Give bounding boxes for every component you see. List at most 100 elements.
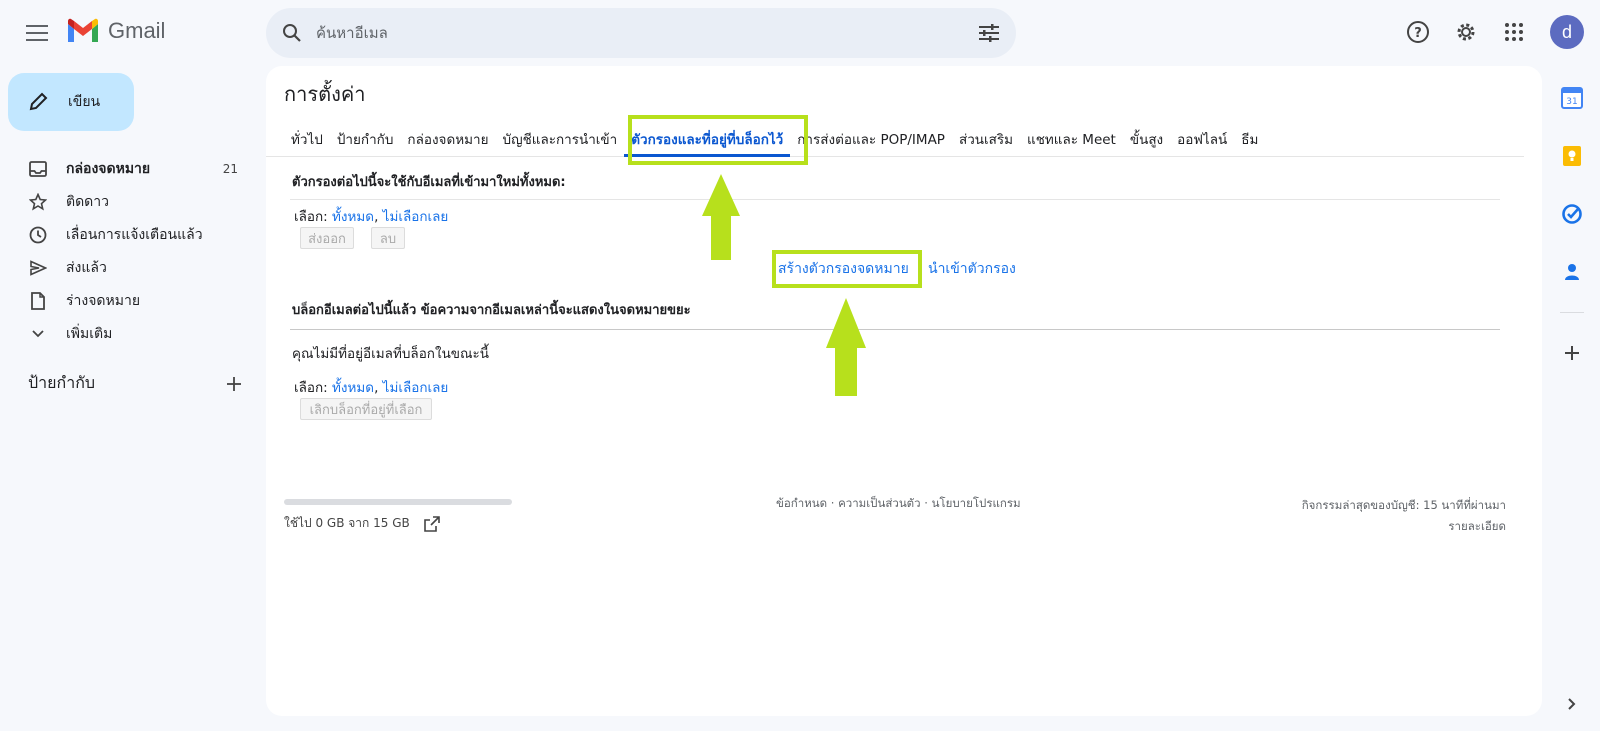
sidebar-nav: กล่องจดหมาย 21 ติดดาว เลื่อนการแจ้งเตือน… <box>0 152 250 350</box>
search-bar <box>266 8 1016 58</box>
contacts-icon <box>1565 264 1579 280</box>
calendar-icon: 31 <box>1561 87 1583 109</box>
sidebar-item-label: ร่างจดหมาย <box>66 292 141 309</box>
settings-button[interactable] <box>1448 14 1484 50</box>
storage-usage: ใช้ไป 0 GB จาก 15 GB <box>284 516 410 530</box>
expand-side-panel-button[interactable] <box>1560 692 1584 716</box>
settings-panel: การตั้งค่า ทั่วไป ป้ายกำกับ กล่องจดหมาย … <box>266 66 1542 716</box>
select-none-link[interactable]: ไม่เลือกเลย <box>383 209 449 225</box>
settings-tabs: ทั่วไป ป้ายกำกับ กล่องจดหมาย บัญชีและการ… <box>266 122 1524 157</box>
filters-heading: ตัวกรองต่อไปนี้จะใช้กับอีเมลที่เข้ามาใหม… <box>292 175 566 190</box>
labels-heading: ป้ายกำกับ <box>28 373 96 392</box>
storage-progress-bar <box>284 499 512 505</box>
labels-section-header: ป้ายกำกับ <box>28 371 242 396</box>
search-options-icon[interactable] <box>978 23 1000 43</box>
divider <box>290 199 1500 200</box>
top-right-toolbar: ? d <box>1400 14 1584 50</box>
add-addon-button[interactable] <box>1554 335 1590 371</box>
footer-policy-links[interactable]: ข้อกำหนด · ความเป็นส่วนตัว · นโยบายโปรแก… <box>776 495 1021 513</box>
help-button[interactable]: ? <box>1400 14 1436 50</box>
details-link[interactable]: รายละเอียด <box>1302 516 1506 537</box>
tab-forwarding-pop-imap[interactable]: การส่งต่อและ POP/IMAP <box>790 122 952 157</box>
account-activity: กิจกรรมล่าสุดของบัญชี: 15 นาทีที่ผ่านมา … <box>1302 495 1506 537</box>
tasks-icon <box>1562 204 1582 224</box>
svg-text:?: ? <box>1414 26 1422 41</box>
star-icon <box>29 192 47 210</box>
apps-button[interactable] <box>1496 14 1532 50</box>
delete-button[interactable]: ลบ <box>371 227 405 249</box>
search-icon[interactable] <box>282 23 302 43</box>
chevron-right-icon <box>1568 698 1576 710</box>
gear-icon <box>1457 23 1475 41</box>
sidebar-item-starred[interactable]: ติดดาว <box>0 185 250 218</box>
sidebar-item-label: เพิ่มเติม <box>66 325 113 342</box>
select-none-link[interactable]: ไม่เลือกเลย <box>383 380 449 396</box>
unblock-selected-button[interactable]: เลิกบล็อกที่อยู่ที่เลือก <box>300 398 432 420</box>
last-activity: กิจกรรมล่าสุดของบัญชี: 15 นาทีที่ผ่านมา <box>1301 498 1506 512</box>
tab-highlight-box <box>628 115 808 165</box>
external-link-icon[interactable] <box>423 515 440 532</box>
select-label: เลือก: <box>294 209 328 225</box>
select-all-link[interactable]: ทั้งหมด <box>332 209 374 225</box>
sidebar-item-more[interactable]: เพิ่มเติม <box>0 317 250 350</box>
keep-app-button[interactable] <box>1554 138 1590 174</box>
tab-accounts-import[interactable]: บัญชีและการนำเข้า <box>496 122 625 157</box>
filters-select-row: เลือก: ทั้งหมด, ไม่เลือกเลย <box>294 209 449 225</box>
keep-icon <box>1563 146 1581 166</box>
gmail-logo[interactable]: Gmail <box>66 18 165 44</box>
sidebar-item-sent[interactable]: ส่งแล้ว <box>0 251 250 284</box>
send-icon <box>30 259 47 276</box>
tab-chat-meet[interactable]: แชทและ Meet <box>1020 122 1123 157</box>
sidebar-item-drafts[interactable]: ร่างจดหมาย <box>0 284 250 317</box>
sidebar-item-inbox[interactable]: กล่องจดหมาย 21 <box>0 152 250 185</box>
compose-button[interactable]: เขียน <box>8 73 134 131</box>
tab-general[interactable]: ทั่วไป <box>284 122 330 157</box>
tab-labels[interactable]: ป้ายกำกับ <box>330 122 401 157</box>
divider <box>1560 312 1584 313</box>
add-label-icon[interactable] <box>226 376 242 392</box>
tab-offline[interactable]: ออฟไลน์ <box>1170 122 1234 157</box>
blocked-heading: บล็อกอีเมลต่อไปนี้แล้ว ข้อความจากอีเมลเห… <box>292 303 691 318</box>
pencil-icon <box>29 92 48 111</box>
draft-icon <box>31 291 45 310</box>
sidebar-item-label: ติดดาว <box>66 193 109 210</box>
tab-advanced[interactable]: ขั้นสูง <box>1123 122 1170 157</box>
hamburger-icon <box>26 25 48 41</box>
arrow-up-icon <box>702 174 740 260</box>
sidebar-item-snoozed[interactable]: เลื่อนการแจ้งเตือนแล้ว <box>0 218 250 251</box>
calendar-app-button[interactable]: 31 <box>1554 80 1590 116</box>
plus-icon <box>1565 346 1579 360</box>
blocked-select-row: เลือก: ทั้งหมด, ไม่เลือกเลย <box>294 380 449 396</box>
app-name: Gmail <box>108 18 166 43</box>
tab-addons[interactable]: ส่วนเสริม <box>952 122 1020 157</box>
apps-grid-icon <box>1505 23 1523 41</box>
search-input[interactable] <box>316 24 978 42</box>
sidebar-item-label: ส่งแล้ว <box>66 259 107 276</box>
create-filter-highlight-box <box>772 250 922 288</box>
tasks-app-button[interactable] <box>1554 196 1590 232</box>
tab-themes[interactable]: ธีม <box>1234 122 1265 157</box>
compose-label: เขียน <box>68 94 101 110</box>
inbox-count: 21 <box>222 161 238 176</box>
page-title: การตั้งค่า <box>284 82 366 106</box>
inbox-icon <box>29 160 47 177</box>
tab-inbox[interactable]: กล่องจดหมาย <box>400 122 495 157</box>
no-blocked-message: คุณไม่มีที่อยู่อีเมลที่บล็อกในขณะนี้ <box>292 346 490 362</box>
import-filters-link[interactable]: นำเข้าตัวกรอง <box>928 258 1016 280</box>
sidebar-item-label: เลื่อนการแจ้งเตือนแล้ว <box>66 226 203 243</box>
svg-text:31: 31 <box>1566 97 1577 107</box>
divider <box>290 329 1500 330</box>
main-menu-button[interactable] <box>20 16 54 50</box>
account-avatar[interactable]: d <box>1550 15 1584 49</box>
chevron-down-icon <box>32 329 44 337</box>
side-panel-rail: 31 <box>1554 80 1590 393</box>
arrow-up-icon <box>826 298 866 396</box>
select-label: เลือก: <box>294 380 328 396</box>
clock-icon <box>29 226 47 243</box>
contacts-app-button[interactable] <box>1554 254 1590 290</box>
select-all-link[interactable]: ทั้งหมด <box>332 380 374 396</box>
sidebar-item-label: กล่องจดหมาย <box>66 160 151 177</box>
storage-info: ใช้ไป 0 GB จาก 15 GB <box>284 514 440 533</box>
export-button[interactable]: ส่งออก <box>300 227 354 249</box>
gmail-m-icon <box>68 18 98 42</box>
